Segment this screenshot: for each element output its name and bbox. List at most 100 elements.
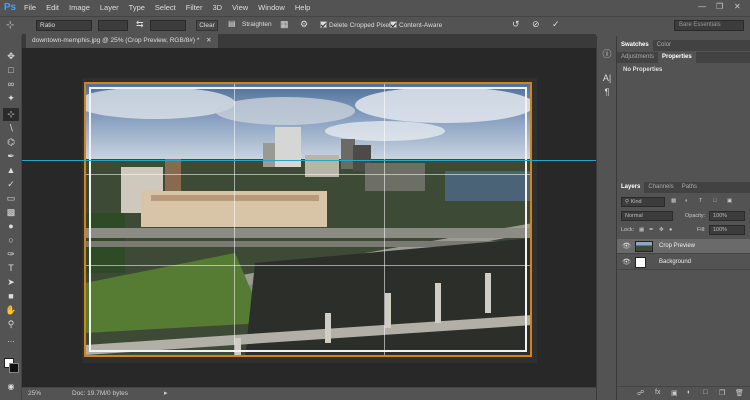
more-tools-icon[interactable]: ⋯ bbox=[3, 336, 19, 349]
layer-row-crop-preview[interactable]: 👁 Crop Preview bbox=[617, 239, 750, 254]
tab-close-icon[interactable]: ✕ bbox=[206, 37, 211, 44]
menu-filter[interactable]: Filter bbox=[181, 0, 208, 16]
menu-image[interactable]: Image bbox=[64, 0, 95, 16]
character-icon[interactable]: A| bbox=[600, 72, 614, 84]
overlay-grid-icon[interactable]: ▦ bbox=[280, 19, 289, 30]
status-menu-arrow-icon[interactable]: ▸ bbox=[164, 388, 168, 400]
zoom-tool-icon[interactable]: ⚲ bbox=[3, 318, 19, 331]
menu-3d[interactable]: 3D bbox=[207, 0, 227, 16]
reset-icon[interactable]: ↺ bbox=[512, 19, 520, 30]
lasso-tool-icon[interactable]: ∞ bbox=[3, 78, 19, 91]
document-tab[interactable]: downtown-memphis.jpg @ 25% (Crop Preview… bbox=[26, 34, 218, 48]
status-bar: 25% Doc: 19.7M/0 bytes ▸ bbox=[22, 387, 596, 400]
filter-shape-icon[interactable]: □ bbox=[713, 198, 716, 204]
brush-tool-icon[interactable]: ✒ bbox=[3, 150, 19, 163]
menu-help[interactable]: Help bbox=[290, 0, 315, 16]
maximize-icon[interactable]: ❐ bbox=[716, 2, 723, 11]
quick-mask-icon[interactable]: ◉ bbox=[3, 380, 19, 393]
lock-image-icon[interactable]: ✒ bbox=[649, 227, 654, 233]
minimize-icon[interactable]: — bbox=[698, 2, 706, 11]
healing-brush-tool-icon[interactable]: ⌬ bbox=[3, 136, 19, 149]
menu-edit[interactable]: Edit bbox=[41, 0, 64, 16]
background-color-swatch[interactable] bbox=[9, 363, 19, 373]
eye-icon[interactable]: 👁 bbox=[622, 258, 631, 266]
city-photo bbox=[85, 83, 531, 356]
straighten-icon[interactable]: ▤ bbox=[228, 19, 236, 28]
lock-position-icon[interactable]: ✥ bbox=[659, 227, 664, 233]
menu-type[interactable]: Type bbox=[124, 0, 150, 16]
filter-pixel-icon[interactable]: ▩ bbox=[671, 198, 676, 204]
layers-panel: ⚲ Kind ▩ ◐ T □ ▣ Normal Opacity: 100% Lo… bbox=[617, 193, 750, 400]
menu-view[interactable]: View bbox=[227, 0, 253, 16]
eye-icon[interactable]: 👁 bbox=[622, 242, 631, 250]
document-image[interactable] bbox=[84, 82, 532, 357]
commit-checkmark-icon[interactable]: ✓ bbox=[552, 19, 560, 30]
tab-adjustments[interactable]: Adjustments bbox=[617, 52, 658, 63]
crop-tool-preset-icon[interactable]: ⊹ bbox=[6, 19, 24, 33]
eraser-tool-icon[interactable]: ▭ bbox=[3, 192, 19, 205]
crop-tool-icon[interactable]: ⊹ bbox=[3, 108, 19, 121]
blur-tool-icon[interactable]: ● bbox=[3, 220, 19, 233]
gear-icon[interactable]: ⚙ bbox=[300, 19, 308, 30]
close-icon[interactable]: ✕ bbox=[734, 2, 741, 11]
menu-bar: Ps File Edit Image Layer Type Select Fil… bbox=[0, 0, 750, 16]
width-input[interactable] bbox=[98, 20, 128, 31]
ratio-select[interactable]: Ratio bbox=[36, 20, 92, 31]
tab-layers[interactable]: Layers bbox=[617, 182, 645, 193]
canvas-area[interactable] bbox=[22, 48, 596, 387]
menu-layer[interactable]: Layer bbox=[95, 0, 124, 16]
quick-select-tool-icon[interactable]: ✦ bbox=[3, 92, 19, 105]
lock-transparent-icon[interactable]: ▦ bbox=[639, 227, 644, 233]
lock-all-icon[interactable]: ● bbox=[669, 227, 672, 233]
trash-icon[interactable]: 🗑 bbox=[735, 389, 744, 397]
eyedropper-tool-icon[interactable]: ∖ bbox=[3, 122, 19, 135]
horizontal-guide[interactable] bbox=[22, 160, 596, 161]
marquee-tool-icon[interactable]: □ bbox=[3, 64, 19, 77]
doc-size: Doc: 19.7M/0 bytes bbox=[72, 390, 128, 397]
cancel-icon[interactable]: ⊘ bbox=[532, 19, 540, 30]
info-icon[interactable]: ⓘ bbox=[600, 48, 614, 60]
filter-adjustment-icon[interactable]: ◐ bbox=[685, 198, 688, 204]
type-tool-icon[interactable]: T bbox=[3, 262, 19, 275]
link-layers-icon[interactable]: ☍ bbox=[637, 389, 644, 397]
dodge-tool-icon[interactable]: ○ bbox=[3, 234, 19, 247]
clear-button[interactable]: Clear bbox=[196, 20, 218, 31]
gradient-tool-icon[interactable]: ▩ bbox=[3, 206, 19, 219]
new-group-icon[interactable]: □ bbox=[703, 389, 707, 396]
tab-swatches[interactable]: Swatches bbox=[617, 40, 653, 51]
path-selection-tool-icon[interactable]: ➤ bbox=[3, 276, 19, 289]
content-aware-checkbox[interactable]: Content-Aware bbox=[390, 21, 442, 29]
tab-properties[interactable]: Properties bbox=[658, 52, 696, 63]
blend-mode-select[interactable]: Normal bbox=[621, 211, 673, 221]
lock-label: Lock: bbox=[621, 227, 635, 233]
menu-window[interactable]: Window bbox=[253, 0, 290, 16]
hand-tool-icon[interactable]: ✋ bbox=[3, 304, 19, 317]
layer-row-background[interactable]: 👁 Background bbox=[617, 255, 750, 270]
straighten-label[interactable]: Straighten bbox=[242, 21, 272, 28]
tab-color[interactable]: Color bbox=[653, 40, 675, 51]
delete-cropped-checkbox[interactable]: Delete Cropped Pixels bbox=[320, 21, 394, 29]
height-input[interactable] bbox=[150, 20, 186, 31]
add-mask-icon[interactable]: ▣ bbox=[671, 389, 678, 397]
paragraph-icon[interactable]: ¶ bbox=[600, 86, 614, 98]
layer-style-icon[interactable]: fx bbox=[655, 389, 660, 396]
swap-icon[interactable]: ⇆ bbox=[136, 19, 144, 30]
rectangle-tool-icon[interactable]: ■ bbox=[3, 290, 19, 303]
zoom-level[interactable]: 25% bbox=[28, 388, 41, 400]
pen-tool-icon[interactable]: ✑ bbox=[3, 248, 19, 261]
fill-input[interactable]: 100% bbox=[709, 225, 745, 235]
new-layer-icon[interactable]: ❐ bbox=[719, 389, 725, 397]
opacity-input[interactable]: 100% bbox=[709, 211, 745, 221]
workspace-select[interactable]: Bare Essentials bbox=[674, 20, 744, 31]
kind-filter-select[interactable]: ⚲ Kind bbox=[621, 197, 665, 207]
menu-select[interactable]: Select bbox=[150, 0, 181, 16]
tab-paths[interactable]: Paths bbox=[678, 182, 701, 193]
history-brush-tool-icon[interactable]: ✓ bbox=[3, 178, 19, 191]
adjustment-layer-icon[interactable]: ◐ bbox=[687, 389, 691, 396]
filter-type-icon[interactable]: T bbox=[699, 198, 702, 204]
tab-channels[interactable]: Channels bbox=[644, 182, 677, 193]
filter-smart-object-icon[interactable]: ▣ bbox=[727, 198, 732, 204]
move-tool-icon[interactable]: ✥ bbox=[3, 50, 19, 63]
clone-stamp-tool-icon[interactable]: ▲ bbox=[3, 164, 19, 177]
menu-file[interactable]: File bbox=[19, 0, 41, 16]
